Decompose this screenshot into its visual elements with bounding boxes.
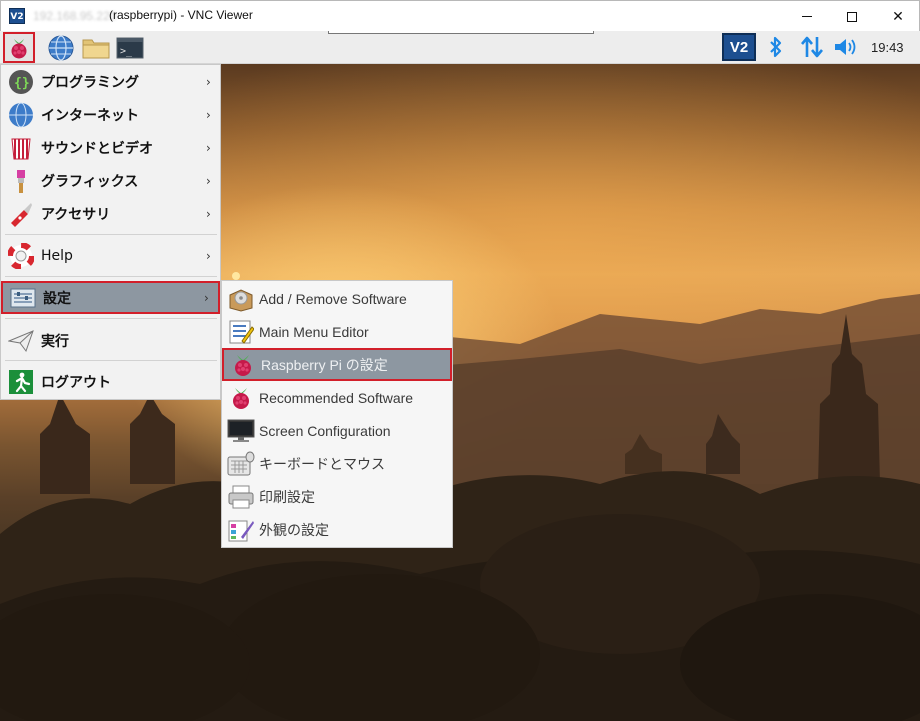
submenu-item-keyboard-mouse[interactable]: キーボードとマウス: [222, 447, 452, 480]
menu-separator: [5, 318, 217, 319]
menu-item-logout[interactable]: ログアウト: [1, 365, 220, 398]
menu-item-internet[interactable]: インターネット ›: [1, 98, 220, 131]
menu-item-run[interactable]: 実行: [1, 324, 220, 357]
submenu-item-print-settings[interactable]: 印刷設定: [222, 480, 452, 513]
submenu-item-label: 印刷設定: [259, 488, 315, 505]
menu-item-label: 実行: [41, 333, 69, 350]
maximize-button[interactable]: [829, 1, 875, 32]
package-icon: [227, 285, 255, 313]
terminal-icon: >_: [116, 37, 144, 58]
svg-text:{}: {}: [14, 76, 30, 91]
submenu-arrow-icon: ›: [206, 248, 211, 263]
volume-tray-button[interactable]: [832, 35, 860, 59]
minimize-button[interactable]: [784, 1, 830, 32]
submenu-item-label: 外観の設定: [259, 521, 329, 538]
volume-icon: [835, 39, 856, 55]
submenu-item-add-remove-software[interactable]: Add / Remove Software: [222, 282, 452, 315]
file-manager-launcher[interactable]: [80, 32, 112, 63]
submenu-item-label: キーボードとマウス: [259, 455, 385, 472]
raspberry-icon: [227, 384, 255, 412]
menu-editor-icon: [227, 318, 255, 346]
preferences-icon: [9, 284, 37, 312]
applications-menu-button[interactable]: [3, 32, 35, 63]
taskbar-panel: >_ V2 19:43: [0, 31, 920, 64]
raspberry-icon: [229, 351, 257, 379]
submenu-item-appearance-settings[interactable]: 外観の設定: [222, 513, 452, 546]
window-title: (raspberrypi) - VNC Viewer: [109, 8, 253, 22]
submenu-item-label: Raspberry Pi の設定: [261, 356, 388, 373]
minimize-icon: [802, 16, 812, 17]
submenu-item-raspberry-pi-config[interactable]: Raspberry Pi の設定: [222, 348, 452, 381]
terminal-launcher[interactable]: >_: [114, 32, 146, 63]
panel-clock[interactable]: 19:43: [871, 40, 904, 55]
panel-window-stub: [328, 31, 594, 34]
submenu-arrow-icon: ›: [206, 206, 211, 221]
submenu-item-screen-configuration[interactable]: Screen Configuration: [222, 414, 452, 447]
submenu-item-label: Screen Configuration: [259, 422, 391, 439]
menu-item-accessories[interactable]: アクセサリ ›: [1, 197, 220, 230]
menu-item-label: ログアウト: [41, 374, 111, 391]
programming-icon: {}: [7, 68, 35, 96]
menu-item-programming[interactable]: {} プログラミング ›: [1, 65, 220, 98]
menu-item-label: サウンドとビデオ: [41, 140, 153, 157]
main-menu: {} プログラミング › インターネット › サウンドとビデオ › グラフィック…: [0, 64, 221, 400]
raspberry-icon: [11, 38, 27, 58]
preferences-submenu: Add / Remove Software Main Menu Editor R…: [221, 280, 453, 548]
monitor-icon: [227, 417, 255, 445]
menu-item-help[interactable]: Help ›: [1, 239, 220, 272]
menu-separator: [5, 234, 217, 235]
vnc-app-icon: V2: [9, 8, 25, 24]
menu-item-preferences[interactable]: 設定 ›: [1, 281, 220, 314]
globe-icon: [7, 101, 35, 129]
folder-icon: [82, 39, 110, 58]
menu-item-graphics[interactable]: グラフィックス ›: [1, 164, 220, 197]
network-tray-button[interactable]: [798, 35, 826, 59]
redacted-ip: 192.168.95.220: [33, 9, 117, 23]
submenu-arrow-icon: ›: [206, 107, 211, 122]
menu-item-label: グラフィックス: [41, 173, 139, 190]
submenu-arrow-icon: ›: [204, 290, 209, 305]
close-button[interactable]: ✕: [875, 1, 920, 32]
help-lifebuoy-icon: [7, 242, 35, 270]
sound-video-icon: [7, 134, 35, 162]
bluetooth-icon: [770, 36, 782, 58]
window-titlebar: V2 192.168.95.220 (raspberrypi) - VNC Vi…: [0, 0, 920, 31]
menu-item-label: プログラミング: [41, 74, 139, 91]
graphics-brush-icon: [7, 167, 35, 195]
appearance-icon: [227, 516, 255, 544]
submenu-item-label: Add / Remove Software: [259, 290, 407, 307]
menu-item-label: アクセサリ: [41, 206, 111, 223]
menu-separator: [5, 360, 217, 361]
menu-item-label: 設定: [43, 290, 71, 307]
maximize-icon: [847, 11, 857, 22]
logout-exit-icon: [7, 368, 35, 396]
menu-item-label: Help: [41, 247, 73, 264]
submenu-item-label: Recommended Software: [259, 389, 414, 406]
menu-item-sound-video[interactable]: サウンドとビデオ ›: [1, 131, 220, 164]
network-icon: [801, 36, 823, 58]
submenu-item-main-menu-editor[interactable]: Main Menu Editor: [222, 315, 452, 348]
close-icon: ✕: [892, 8, 904, 25]
keyboard-mouse-icon: [227, 450, 255, 478]
menu-separator: [5, 276, 217, 277]
accessories-knife-icon: [7, 200, 35, 228]
bluetooth-tray-button[interactable]: [765, 35, 787, 59]
submenu-item-recommended-software[interactable]: Recommended Software: [222, 381, 452, 414]
globe-icon: [48, 34, 74, 61]
submenu-arrow-icon: ›: [206, 74, 211, 89]
run-paperplane-icon: [7, 327, 35, 355]
terminal-prompt: >_: [120, 46, 133, 57]
printer-icon: [227, 483, 255, 511]
submenu-arrow-icon: ›: [206, 140, 211, 155]
vnc-server-tray-icon[interactable]: V2: [722, 33, 756, 61]
web-browser-launcher[interactable]: [45, 32, 77, 63]
menu-item-label: インターネット: [41, 107, 139, 124]
submenu-item-label: Main Menu Editor: [259, 323, 369, 340]
submenu-arrow-icon: ›: [206, 173, 211, 188]
